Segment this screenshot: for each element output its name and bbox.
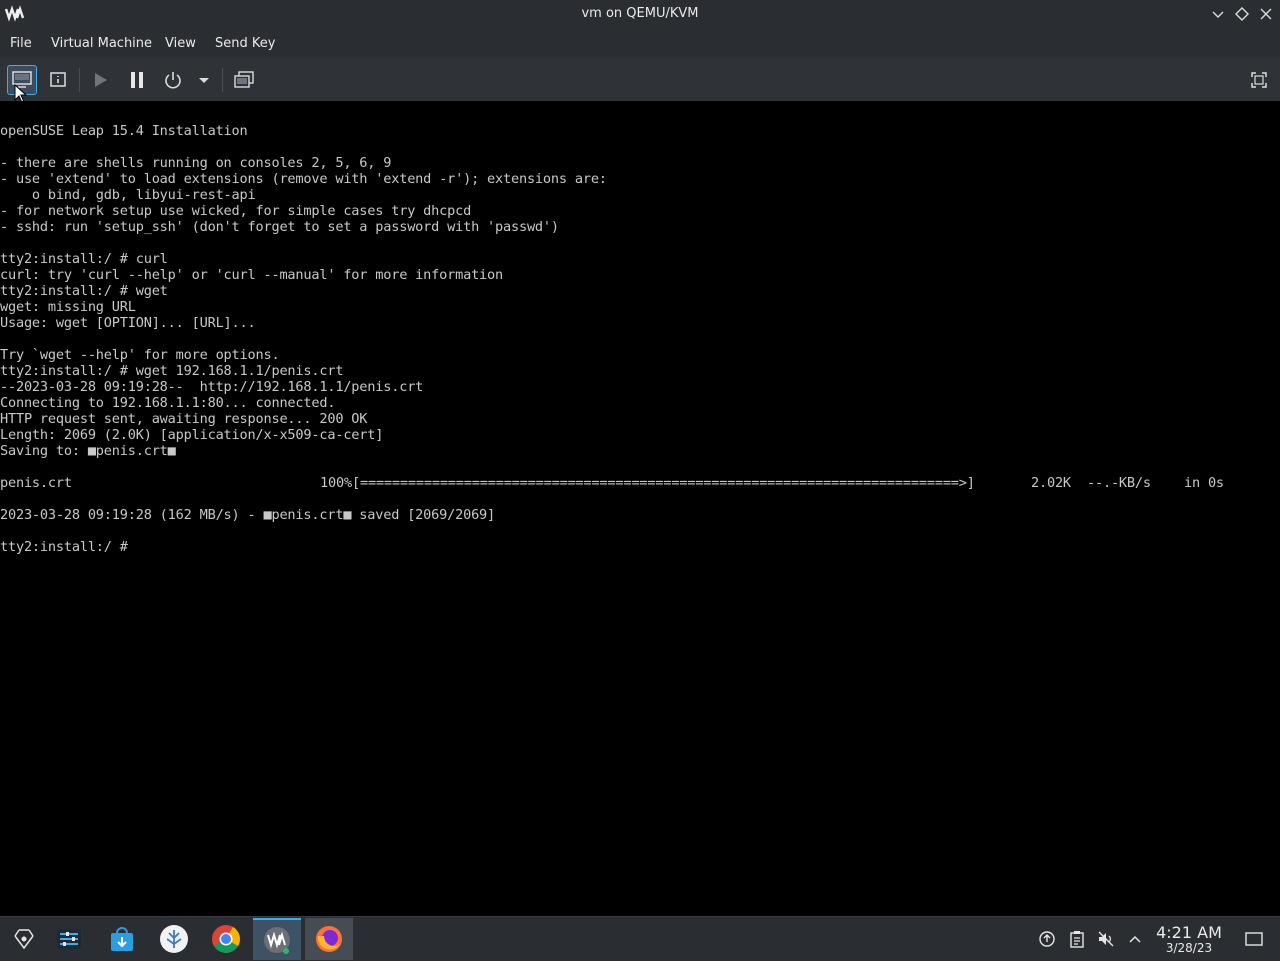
console-prompt-line[interactable]: tty2:install:/ #: [0, 539, 136, 555]
minimize-icon[interactable]: [1208, 4, 1228, 24]
clock-date[interactable]: 3/28/23: [1150, 941, 1228, 955]
volume-muted-icon[interactable]: [1096, 929, 1116, 949]
fullscreen-icon: [1251, 72, 1267, 88]
window-titlebar: vm on QEMU/KVM: [0, 0, 1280, 28]
close-icon[interactable]: [1256, 4, 1276, 24]
maximize-icon[interactable]: [1232, 4, 1252, 24]
tray-expand-icon[interactable]: [1125, 929, 1145, 949]
power-icon: [165, 72, 181, 89]
console-line: 2023-03-28 09:19:28 (162 MB/s) - ■penis.…: [0, 507, 496, 523]
menu-file[interactable]: File: [10, 36, 32, 51]
console-line: tty2:install:/ # wget: [0, 283, 168, 299]
progress-size: 2.02K: [1031, 475, 1071, 491]
console-line: tty2:install:/ # curl: [0, 251, 168, 267]
network-updates-icon[interactable]: [1037, 929, 1057, 949]
power-button[interactable]: [158, 65, 188, 95]
console-line: wget: missing URL: [0, 299, 136, 315]
details-view-icon: [50, 72, 66, 87]
taskbar: 4:21 AM 3/28/23: [0, 916, 1280, 961]
console-line: - sshd: run 'setup_ssh' (don't forget to…: [0, 219, 559, 235]
app-launcher-icon: [14, 929, 34, 950]
firefox-button[interactable]: [305, 918, 353, 960]
clock-time[interactable]: 4:21 AM: [1150, 923, 1228, 942]
console-line: Connecting to 192.168.1.1:80... connecte…: [0, 395, 336, 411]
menu-send-key[interactable]: Send Key: [215, 36, 275, 51]
console-line: Length: 2069 (2.0K) [application/x-x509-…: [0, 427, 384, 443]
menu-view[interactable]: View: [165, 36, 196, 51]
snapshots-button[interactable]: [229, 65, 259, 95]
run-icon: [95, 73, 107, 87]
progress-bar: [=======================================…: [352, 475, 975, 491]
virt-manager-window-button[interactable]: [253, 918, 301, 960]
console-line: tty2:install:/ # wget 192.168.1.1/penis.…: [0, 363, 344, 379]
fullscreen-button[interactable]: [1244, 65, 1274, 95]
chrome-button[interactable]: [202, 918, 250, 960]
power-menu-chevron-icon: [199, 78, 209, 83]
vm-console-display[interactable]: openSUSE Leap 15.4 Installation - there …: [0, 101, 1280, 916]
progress-eta: in 0s: [1184, 475, 1224, 491]
discover-store-button[interactable]: [98, 918, 146, 960]
snapshots-icon: [234, 71, 254, 88]
console-line: o bind, gdb, libyui-rest-api: [0, 187, 256, 203]
progress-percent: 100%: [320, 475, 352, 491]
discover-store-icon: [111, 927, 133, 951]
pause-button[interactable]: [122, 65, 152, 95]
window-title: vm on QEMU/KVM: [581, 6, 699, 21]
progress-filename: penis.crt: [0, 475, 72, 491]
vm-manager-icon: [160, 925, 188, 953]
menu-virtual-machine[interactable]: Virtual Machine: [51, 36, 152, 51]
progress-rate: --.-KB/s: [1087, 475, 1151, 491]
task-manager-icon: [57, 929, 81, 949]
console-line: Usage: wget [OPTION]... [URL]...: [0, 315, 256, 331]
console-line: --2023-03-28 09:19:28-- http://192.168.1…: [0, 379, 424, 395]
power-menu-button[interactable]: [192, 65, 216, 95]
show-desktop-icon[interactable]: [1244, 929, 1264, 949]
menu-bar: File Virtual Machine View Send Key: [0, 28, 1280, 59]
console-line: curl: try 'curl --help' or 'curl --manua…: [0, 267, 504, 283]
pause-icon: [131, 72, 143, 88]
console-line: Saving to: ■penis.crt■: [0, 443, 176, 459]
chrome-icon: [212, 925, 240, 953]
console-line: - there are shells running on consoles 2…: [0, 155, 392, 171]
console-line: - for network setup use wicked, for simp…: [0, 203, 472, 219]
toolbar: [0, 58, 1280, 102]
toolbar-separator: [79, 68, 80, 92]
task-manager-button[interactable]: [45, 918, 93, 960]
console-line: Try `wget --help' for more options.: [0, 347, 280, 363]
app-launcher-button[interactable]: [0, 918, 48, 960]
clipboard-icon[interactable]: [1067, 929, 1087, 949]
details-view-button[interactable]: [43, 65, 73, 95]
console-line: openSUSE Leap 15.4 Installation: [0, 123, 248, 139]
virt-manager-window-icon: [264, 927, 290, 954]
run-button[interactable]: [85, 65, 115, 95]
vm-manager-button[interactable]: [150, 918, 198, 960]
firefox-icon: [316, 926, 342, 952]
console-line: HTTP request sent, awaiting response... …: [0, 411, 368, 427]
toolbar-separator: [222, 68, 223, 92]
console-line: - use 'extend' to load extensions (remov…: [0, 171, 607, 187]
